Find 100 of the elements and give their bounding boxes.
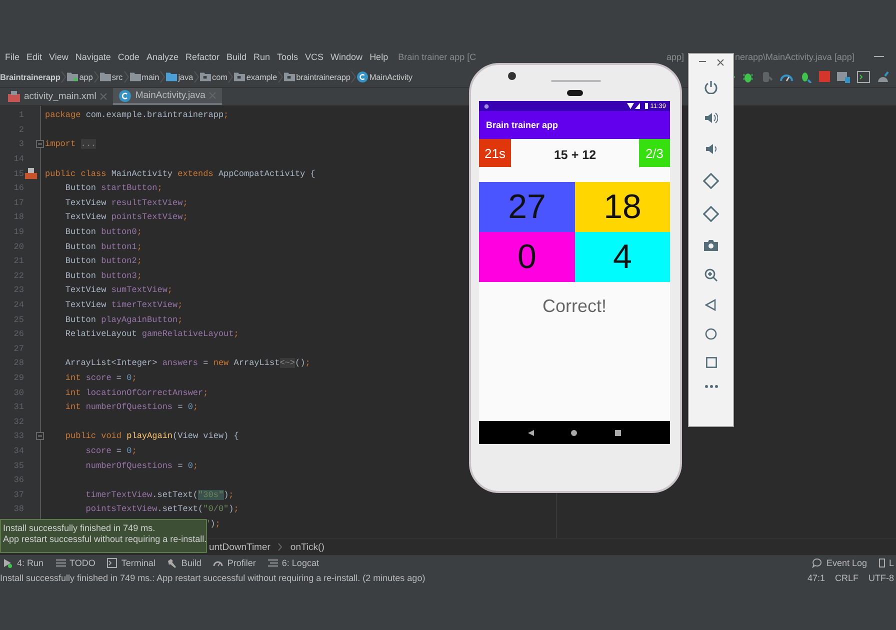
home-icon[interactable] [705,328,717,340]
file-encoding[interactable]: UTF-8 [868,572,894,582]
answer-button[interactable]: 18 [575,182,670,232]
minimize-icon[interactable] [698,61,706,63]
notification-text: App restart successful without requiring a re-install. [3,534,204,544]
breadcrumb-item[interactable]: Braintrainerapp [0,72,60,82]
power-icon[interactable] [704,80,718,94]
tool-window-button[interactable]: Build [167,558,202,568]
code-line: Button button0; [64,227,142,238]
breadcrumb-item[interactable]: untDownTimer [209,542,270,552]
tool-window-button[interactable]: Profiler [213,558,256,568]
code-line: Button button2; [64,256,142,266]
menu-item[interactable]: Edit [26,52,42,62]
breadcrumb-item[interactable]: java [178,72,194,82]
package-icon [234,71,246,82]
score-label: 2/3 [639,139,670,167]
breadcrumb-item[interactable]: main [142,72,160,82]
menu-item[interactable]: View [49,52,68,62]
menu-item[interactable]: Code [118,52,140,62]
breadcrumb-item[interactable]: com [212,72,228,82]
breadcrumb-item[interactable]: app [79,72,93,82]
chevron-icon [124,70,129,82]
class-icon [119,90,132,102]
editor-tab[interactable]: MainActivity.java [113,88,222,105]
code-line: pointsTextView.setText("0/0"); [84,504,239,514]
back-icon[interactable] [528,430,534,436]
bug-icon[interactable] [800,70,812,82]
breadcrumb-item[interactable]: MainActivity [369,72,412,82]
tool-window-button[interactable]: 4: Run [3,558,44,568]
answer-button[interactable]: 4 [575,232,670,282]
minimize-icon[interactable] [874,55,884,58]
menu-item[interactable]: Refactor [185,52,220,62]
volume-up-icon[interactable] [704,111,718,125]
window-title: Brain trainer app [C [398,52,476,62]
menu-item[interactable]: VCS [305,52,324,62]
class-marker-icon[interactable] [25,168,37,180]
menu-item[interactable]: Help [370,52,388,62]
speaker-grille [551,80,601,83]
chevron-icon [61,70,66,82]
timer-label: 21s [479,139,511,167]
cursor-position[interactable]: 47:1 [807,572,825,582]
more-icon[interactable] [704,385,718,388]
menu-item[interactable]: Build [226,52,246,62]
code-line: Button playAgainButton; [64,314,183,325]
volume-down-icon[interactable] [705,142,717,156]
result-label: Correct! [541,296,608,318]
terminal-icon[interactable] [857,70,870,82]
fold-icon[interactable] [36,140,44,148]
layout-icon [8,91,20,102]
rotate-icon[interactable] [703,206,719,222]
code-line: Button button3; [64,270,142,281]
tool-window-button[interactable]: Terminal [107,558,156,568]
close-icon[interactable] [716,58,724,66]
fold-icon[interactable] [36,432,44,440]
breadcrumb-item[interactable]: src [112,72,123,82]
tool-window-button[interactable]: 6: Logcat [268,558,319,568]
menu-item[interactable]: Run [254,52,270,62]
answer-button[interactable]: 27 [479,182,575,232]
overview-icon[interactable] [706,357,716,368]
code-line: package com.example.braintrainerapp; [45,110,229,120]
folder-icon [166,71,178,82]
code-line: TextView sumTextView; [64,285,173,296]
rotate-icon[interactable] [703,173,719,189]
line-separator[interactable]: CRLF [834,572,858,582]
tool-window-button[interactable]: L [878,558,894,568]
code-line: int score = 0; [64,372,137,383]
camera-icon[interactable] [704,239,718,251]
chevron-icon [351,70,356,82]
zoom-in-icon[interactable] [704,268,718,282]
status-message: Install successfully finished in 749 ms.: App restart successful without requiring a re-install. (2 minutes ago) [0,572,426,582]
tool-window-button[interactable]: TODO [56,558,96,568]
menu-item[interactable]: Window [330,52,363,62]
menu-item[interactable]: Analyze [146,52,178,62]
breadcrumb-item[interactable]: example [246,72,278,82]
code-line: int numberOfQuestions = 0; [64,402,198,412]
answer-button[interactable]: 0 [479,232,575,282]
bug-icon[interactable] [742,70,754,82]
tool-window-button[interactable]: Event Log [812,558,867,568]
overview-icon[interactable] [615,430,622,436]
breadcrumb-item[interactable]: onTick() [290,542,324,552]
code-line: Button startButton; [64,183,162,194]
run-icon [3,558,13,568]
menu-item[interactable]: Tools [277,52,298,62]
code-line: public class MainActivity extends AppCompatActivity { [45,168,316,179]
home-icon[interactable] [571,430,578,436]
camera-icon [508,72,516,80]
menu-item[interactable]: Navigate [75,52,111,62]
code-line: RelativeLayout gameRelativeLayout; [64,329,239,340]
code-line: import ... [45,139,96,150]
device-icon[interactable] [837,70,850,82]
back-icon[interactable] [705,299,717,311]
menu-item[interactable]: File [5,52,20,62]
code-line: numberOfQuestions = 0; [84,460,198,471]
sum-label: 15 + 12 [552,146,598,164]
breadcrumb-item[interactable]: braintrainerapp [296,72,350,82]
window-title: nerapp\MainActivity.java [app] [735,52,854,62]
editor-tab[interactable]: activity_main.xml [2,88,114,105]
folder-icon [130,71,141,82]
chevron-icon [278,70,284,82]
package-icon [200,71,212,82]
